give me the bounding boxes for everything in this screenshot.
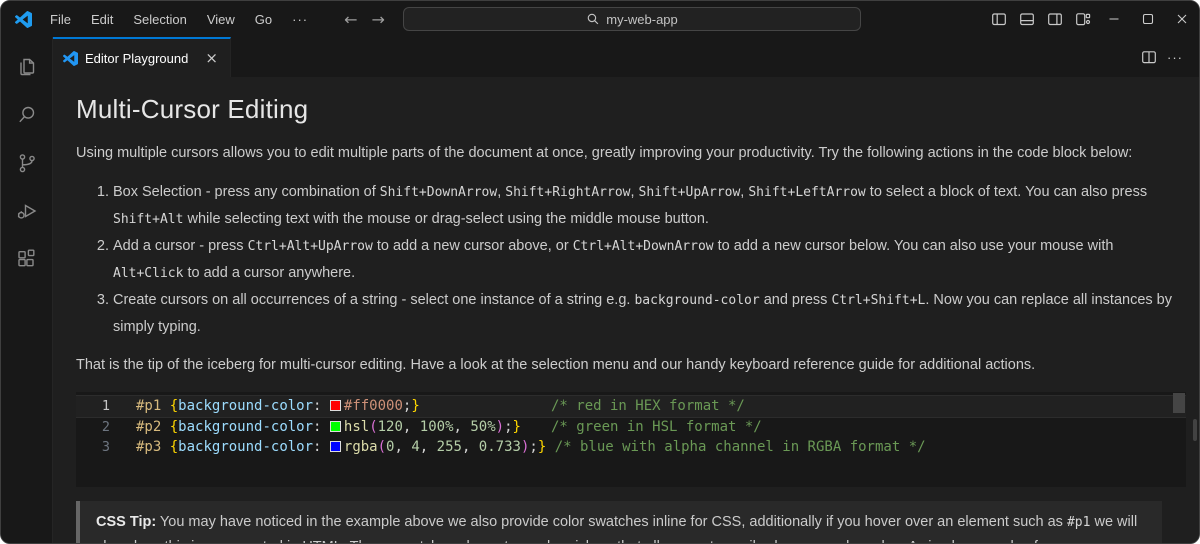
menu-edit[interactable]: Edit (81, 8, 123, 31)
customize-layout-icon[interactable] (1069, 1, 1097, 37)
list-item: Add a cursor - press Ctrl+Alt+UpArrow to… (113, 233, 1184, 287)
menu-go[interactable]: Go (245, 8, 282, 31)
split-editor-icon[interactable] (1141, 49, 1157, 65)
intro-paragraph: Using multiple cursors allows you to edi… (76, 142, 1184, 164)
forward-arrow-icon[interactable]: → (372, 10, 385, 29)
tab-close-icon[interactable]: × (201, 50, 222, 67)
activity-bar (1, 37, 53, 543)
code-line[interactable]: 1#p1 {background-color: #ff0000;}/* red … (76, 396, 1186, 417)
minimize-icon[interactable] (1097, 1, 1131, 37)
line-number: 3 (76, 437, 136, 458)
menu-selection[interactable]: Selection (123, 8, 196, 31)
explorer-icon[interactable] (1, 43, 53, 91)
back-arrow-icon[interactable]: ← (344, 10, 357, 29)
command-center-search[interactable]: my-web-app (403, 7, 861, 31)
code-comment: /* green in HSL format */ (551, 417, 762, 438)
line-number: 2 (76, 417, 136, 438)
code-comment: /* blue with alpha channel in RGBA forma… (546, 439, 925, 455)
history-nav: ← → (344, 10, 385, 29)
toggle-primary-sidebar-icon[interactable] (985, 1, 1013, 37)
page-title: Multi-Cursor Editing (76, 94, 1184, 125)
line-number: 1 (76, 396, 136, 417)
tab-label: Editor Playground (85, 51, 188, 66)
search-value: my-web-app (606, 12, 678, 27)
menu-file[interactable]: File (40, 8, 81, 31)
maximize-icon[interactable] (1131, 1, 1165, 37)
menu-more-button[interactable]: ··· (282, 8, 318, 31)
color-swatch[interactable] (330, 421, 341, 432)
css-tip-blockquote: CSS Tip: You may have noticed in the exa… (76, 501, 1162, 543)
extensions-icon[interactable] (1, 235, 53, 283)
editor-playground-page: Multi-Cursor Editing Using multiple curs… (53, 77, 1199, 543)
tab-editor-playground[interactable]: Editor Playground × (53, 37, 231, 77)
toggle-secondary-sidebar-icon[interactable] (1041, 1, 1069, 37)
css-code-editor[interactable]: 1#p1 {background-color: #ff0000;}/* red … (76, 392, 1186, 487)
source-control-icon[interactable] (1, 139, 53, 187)
list-item: Create cursors on all occurrences of a s… (113, 287, 1184, 340)
outro-paragraph: That is the tip of the iceberg for multi… (76, 354, 1184, 376)
page-scrollbar-thumb[interactable] (1193, 419, 1197, 441)
menu-view[interactable]: View (197, 8, 245, 31)
search-icon (586, 12, 600, 26)
vscode-logo-icon (15, 11, 32, 28)
code-line[interactable]: 3#p3 {background-color: rgba(0, 4, 255, … (76, 437, 1186, 458)
code-scrollbar-thumb[interactable] (1173, 393, 1185, 413)
instructions-list: Box Selection - press any combination of… (76, 179, 1184, 340)
vscode-file-icon (63, 51, 78, 66)
color-swatch[interactable] (330, 400, 341, 411)
more-actions-icon[interactable]: ··· (1161, 50, 1189, 65)
editor-tab-bar: Editor Playground × ··· (53, 37, 1199, 77)
vscode-window: FileEditSelectionViewGo ··· ← → my-web-a… (0, 0, 1200, 544)
code-comment: /* red in HEX format */ (551, 396, 745, 417)
title-bar: FileEditSelectionViewGo ··· ← → my-web-a… (1, 1, 1199, 37)
editor-actions: ··· (1141, 37, 1199, 77)
menu-bar: FileEditSelectionViewGo (40, 8, 282, 31)
color-swatch[interactable] (330, 441, 341, 452)
window-close-icon[interactable] (1165, 1, 1199, 37)
search-icon[interactable] (1, 91, 53, 139)
list-item: Box Selection - press any combination of… (113, 179, 1184, 233)
toggle-panel-icon[interactable] (1013, 1, 1041, 37)
code-line[interactable]: 2#p2 {background-color: hsl(120, 100%, 5… (76, 417, 1186, 438)
run-debug-icon[interactable] (1, 187, 53, 235)
titlebar-actions (985, 1, 1199, 37)
